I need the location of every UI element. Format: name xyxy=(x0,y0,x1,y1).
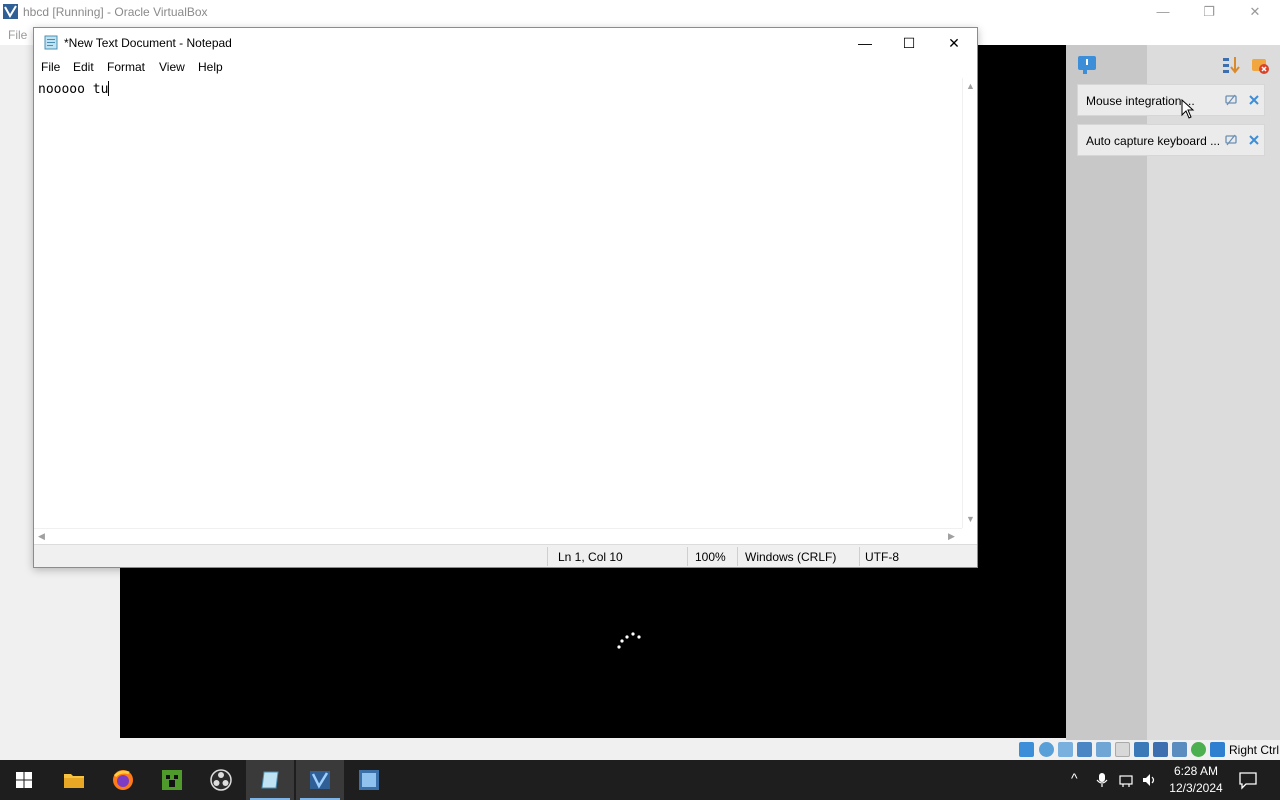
vertical-scrollbar[interactable]: ▲ ▼ xyxy=(962,78,977,528)
virtualization-icon[interactable] xyxy=(1172,742,1187,757)
notepad-window: *New Text Document - Notepad — ☐ ✕ File … xyxy=(33,27,978,568)
editor-text-line: nooooo tu xyxy=(38,81,110,97)
loading-spinner-icon xyxy=(617,632,641,649)
restore-button[interactable]: ❐ xyxy=(1186,2,1232,22)
microphone-icon[interactable] xyxy=(1096,772,1108,788)
folder-icon xyxy=(64,774,84,788)
scroll-up-icon[interactable]: ▲ xyxy=(966,81,975,91)
scroll-right-icon[interactable]: ▶ xyxy=(948,531,955,542)
firefox-icon xyxy=(113,770,133,790)
audio-icon[interactable] xyxy=(1058,742,1073,757)
status-position: Ln 1, Col 10 xyxy=(558,550,623,564)
taskbar-hbcd[interactable] xyxy=(345,760,393,800)
notification-auto-capture-keyboard[interactable]: Auto capture keyboard ... xyxy=(1077,124,1265,156)
host-key-label: Right Ctrl xyxy=(1229,743,1280,757)
notepad-statusbar: Ln 1, Col 10 100% Windows (CRLF) UTF-8 xyxy=(34,544,977,567)
menu-file[interactable]: File xyxy=(8,28,27,42)
horizontal-scrollbar[interactable]: ◀ ▶ xyxy=(34,528,962,543)
network-icon[interactable] xyxy=(1077,742,1092,757)
window-title: hbcd [Running] - Oracle VirtualBox xyxy=(23,5,208,19)
notepad-titlebar[interactable]: *New Text Document - Notepad — ☐ ✕ xyxy=(34,28,977,58)
text-caret xyxy=(108,81,110,96)
notepad-app-icon xyxy=(44,35,58,50)
status-separator xyxy=(859,547,860,566)
notification-label: Mouse integration ... xyxy=(1086,94,1195,108)
notepad-icon xyxy=(261,771,279,789)
minimize-button[interactable]: — xyxy=(1140,2,1186,22)
notification-mouse-integration[interactable]: Mouse integration ... xyxy=(1077,84,1265,116)
notepad-maximize-button[interactable]: ☐ xyxy=(886,28,932,58)
close-button[interactable]: ✕ xyxy=(1232,2,1278,22)
notepad-menubar: File Edit Format View Help xyxy=(34,58,977,78)
taskbar-file-explorer[interactable] xyxy=(50,760,98,800)
notification-center-icon[interactable] xyxy=(1077,55,1097,75)
obs-icon xyxy=(210,769,232,791)
notepad-title: *New Text Document - Notepad xyxy=(64,36,232,50)
volume-icon[interactable] xyxy=(1141,772,1157,788)
optical-drive-icon[interactable] xyxy=(1039,742,1054,757)
status-separator xyxy=(547,547,548,566)
status-encoding: UTF-8 xyxy=(865,550,899,564)
network-status-icon[interactable] xyxy=(1118,772,1134,788)
action-center-icon[interactable] xyxy=(1238,770,1258,790)
menu-format[interactable]: Format xyxy=(107,60,145,74)
clock-time: 6:28 AM xyxy=(1173,764,1219,778)
menu-edit[interactable]: Edit xyxy=(73,60,94,74)
status-separator xyxy=(737,547,738,566)
display-icon[interactable] xyxy=(1134,742,1149,757)
menu-file[interactable]: File xyxy=(41,60,60,74)
status-separator xyxy=(687,547,688,566)
system-clock[interactable]: 6:28 AM 12/3/2024 xyxy=(1162,763,1230,797)
taskbar-minecraft[interactable] xyxy=(148,760,196,800)
notification-label: Auto capture keyboard ... xyxy=(1086,134,1221,148)
virtualbox-app-icon xyxy=(3,4,18,19)
minecraft-icon xyxy=(162,770,182,790)
mute-notification-icon[interactable] xyxy=(1225,94,1237,106)
taskbar-firefox[interactable] xyxy=(99,760,147,800)
clear-all-notifications-icon[interactable] xyxy=(1250,55,1270,75)
virtualbox-statusbar: Right Ctrl xyxy=(0,740,1280,760)
mute-notification-icon[interactable] xyxy=(1225,134,1237,146)
show-hidden-icons-chevron-icon[interactable]: ^ xyxy=(1071,770,1078,800)
usb-icon[interactable] xyxy=(1096,742,1111,757)
taskbar-obs-studio[interactable] xyxy=(197,760,245,800)
notepad-minimize-button[interactable]: — xyxy=(842,28,888,58)
sort-notifications-icon[interactable] xyxy=(1221,55,1241,75)
text-editor-area[interactable]: nooooo tu xyxy=(34,78,962,528)
hard-disk-icon[interactable] xyxy=(1019,742,1034,757)
hbcd-icon xyxy=(359,770,379,790)
taskbar-notepad[interactable] xyxy=(246,760,294,800)
notepad-close-button[interactable]: ✕ xyxy=(931,28,977,58)
scroll-down-icon[interactable]: ▼ xyxy=(966,514,975,524)
windows-logo-icon xyxy=(16,772,32,788)
start-button[interactable] xyxy=(0,760,48,800)
mouse-integration-icon[interactable] xyxy=(1191,742,1206,757)
keyboard-capture-icon[interactable] xyxy=(1210,742,1225,757)
menu-help[interactable]: Help xyxy=(198,60,223,74)
menu-view[interactable]: View xyxy=(159,60,185,74)
virtualbox-titlebar: hbcd [Running] - Oracle VirtualBox — ❐ ✕ xyxy=(0,0,1280,24)
scroll-left-icon[interactable]: ◀ xyxy=(38,531,45,542)
editor-text: nooooo tu xyxy=(38,82,109,97)
taskbar-virtualbox[interactable] xyxy=(296,760,344,800)
windows-taskbar: ^ 6:28 AM 12/3/2024 xyxy=(0,760,1280,800)
clock-date: 12/3/2024 xyxy=(1169,781,1223,795)
status-zoom: 100% xyxy=(695,550,726,564)
dismiss-notification-icon[interactable] xyxy=(1248,94,1260,106)
mouse-cursor-icon xyxy=(1181,99,1195,119)
shared-folders-icon[interactable] xyxy=(1115,742,1130,757)
notification-center: Mouse integration ... Auto capture keybo… xyxy=(1066,45,1280,740)
status-line-endings: Windows (CRLF) xyxy=(745,550,837,564)
virtualbox-icon xyxy=(310,771,330,789)
dismiss-notification-icon[interactable] xyxy=(1248,134,1260,146)
video-capture-icon[interactable] xyxy=(1153,742,1168,757)
